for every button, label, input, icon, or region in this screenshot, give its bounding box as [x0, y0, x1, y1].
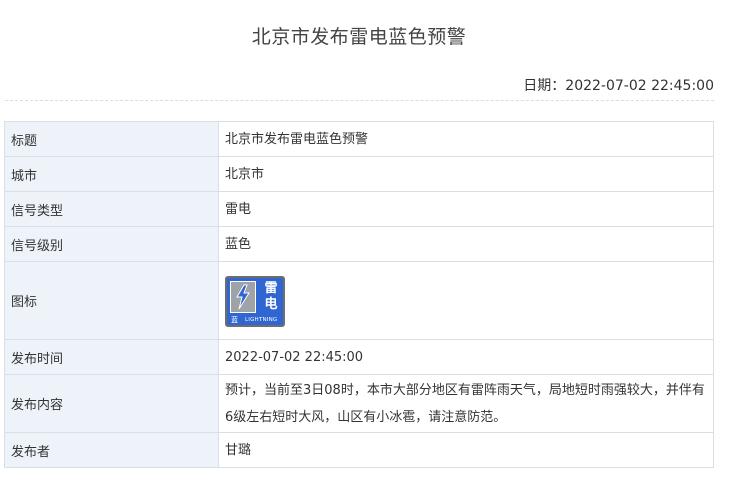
row-label: 图标: [4, 261, 219, 340]
table-row-title: 标题 北京市发布雷电蓝色预警: [4, 121, 714, 157]
row-label: 发布内容: [4, 374, 219, 433]
row-value: 预计，当前至3日08时，本市大部分地区有雷阵雨天气，局地短时雨强较大，并伴有6级…: [218, 374, 714, 433]
row-value: 蓝色: [218, 226, 714, 262]
row-value: 北京市: [218, 156, 714, 192]
row-value: 甘璐: [218, 432, 714, 468]
row-value: 北京市发布雷电蓝色预警: [218, 121, 714, 157]
page-title: 北京市发布雷电蓝色预警: [251, 26, 467, 48]
publish-date-line: 日期：2022-07-02 22:45:00: [523, 75, 714, 95]
lightning-blue-warning-icon: 雷 电 蓝 LIGHTNING: [225, 276, 285, 327]
row-value: 雷电: [218, 191, 714, 227]
icon-english-text: LIGHTNING: [245, 317, 278, 323]
icon-level-text: 蓝: [231, 316, 238, 324]
row-label: 信号类型: [4, 191, 219, 227]
icon-char-bottom: 电: [264, 297, 278, 312]
table-row-city: 城市 北京市: [4, 156, 714, 192]
row-label: 标题: [4, 121, 219, 157]
date-label: 日期：: [523, 78, 566, 94]
table-row-icon: 图标 雷 电 蓝 LIGHTNING: [4, 261, 714, 340]
icon-char-top: 雷: [264, 281, 278, 296]
icon-panel: [230, 281, 256, 313]
row-label: 发布时间: [4, 339, 219, 375]
table-row-publisher: 发布者 甘璐: [4, 432, 714, 468]
warning-info-table: 标题 北京市发布雷电蓝色预警 城市 北京市 信号类型 雷电 信号级别 蓝色 图标…: [4, 121, 714, 468]
table-row-signal-type: 信号类型 雷电: [4, 191, 714, 227]
dashed-divider: [5, 100, 714, 101]
row-value: 雷 电 蓝 LIGHTNING: [218, 261, 714, 340]
row-label: 信号级别: [4, 226, 219, 262]
row-value: 2022-07-02 22:45:00: [218, 339, 714, 375]
table-row-signal-level: 信号级别 蓝色: [4, 226, 714, 262]
lightning-bolt-icon: [236, 284, 250, 310]
table-row-publish-time: 发布时间 2022-07-02 22:45:00: [4, 339, 714, 375]
row-label: 城市: [4, 156, 219, 192]
row-label: 发布者: [4, 432, 219, 468]
date-value: 2022-07-02 22:45:00: [565, 78, 714, 94]
table-row-content: 发布内容 预计，当前至3日08时，本市大部分地区有雷阵雨天气，局地短时雨强较大，…: [4, 374, 714, 433]
